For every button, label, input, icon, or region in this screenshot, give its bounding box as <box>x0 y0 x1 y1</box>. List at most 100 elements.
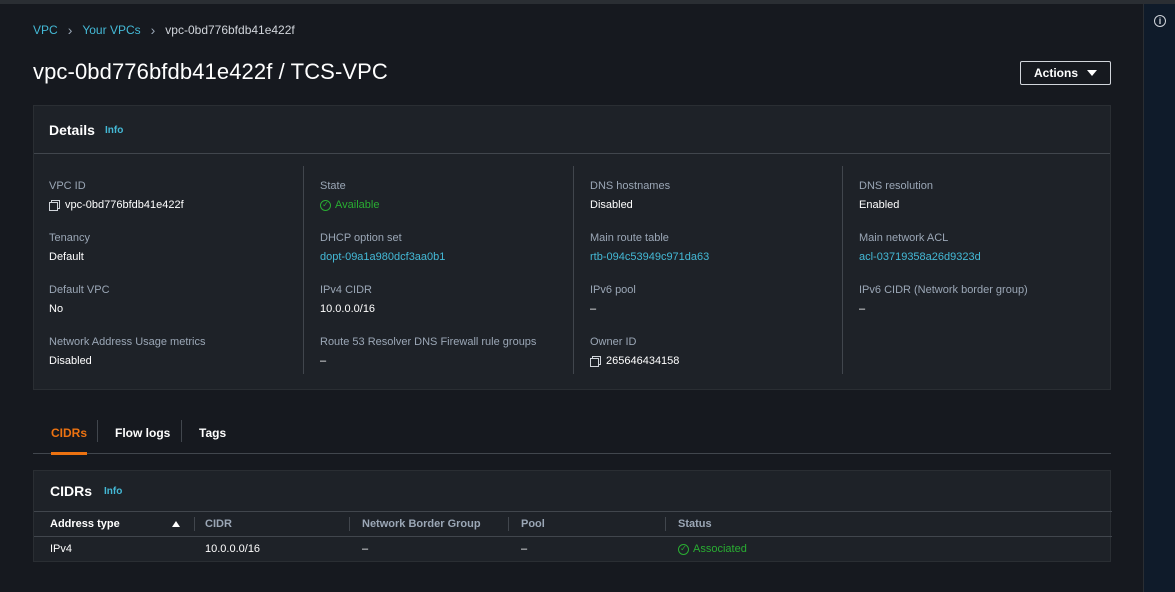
field-label: Network Address Usage metrics <box>49 336 206 348</box>
info-icon[interactable]: i <box>1154 15 1166 27</box>
tab-divider <box>181 420 182 442</box>
details-panel: Details Info VPC ID vpc-0bd776bfdb41e422… <box>33 105 1111 390</box>
breadcrumb-your-vpcs[interactable]: Your VPCs <box>82 23 140 37</box>
breadcrumb-vpc[interactable]: VPC <box>33 23 58 37</box>
tab-bar: CIDRs Flow logs Tags <box>33 412 1111 455</box>
column-divider <box>573 166 574 374</box>
status-value: Associated <box>693 543 747 555</box>
field-label: IPv4 CIDR <box>320 284 372 296</box>
cell-pool: – <box>521 543 528 555</box>
details-title: Details <box>49 122 95 138</box>
field-label: DNS resolution <box>859 180 933 192</box>
cell-cidr: 10.0.0.0/16 <box>205 543 261 555</box>
details-column-2: State ✓ Available DHCP option set dopt-0… <box>320 166 575 374</box>
column-header-cidr: CIDR <box>205 518 232 530</box>
field-nau-metrics: Network Address Usage metrics Disabled <box>49 336 206 367</box>
field-ipv4-cidr: IPv4 CIDR 10.0.0.0/16 <box>320 284 375 315</box>
column-divider <box>303 166 304 374</box>
column-divider <box>508 517 509 531</box>
field-label: Default VPC <box>49 284 110 296</box>
column-header-address-type[interactable]: Address type <box>50 518 120 530</box>
field-value: Disabled <box>49 355 92 367</box>
field-label: IPv6 pool <box>590 284 636 296</box>
field-default-vpc: Default VPC No <box>49 284 110 315</box>
chevron-right-icon: › <box>150 22 156 38</box>
field-main-network-acl: Main network ACL acl-03719358a26d9323d <box>859 232 981 263</box>
field-owner-id: Owner ID 265646434158 <box>590 336 679 367</box>
field-state: State ✓ Available <box>320 180 379 211</box>
main-route-table-link[interactable]: rtb-094c53949c971da63 <box>590 251 709 263</box>
column-header-network-border-group: Network Border Group <box>362 518 481 530</box>
cidrs-info-link[interactable]: Info <box>104 486 122 497</box>
vpc-id-value: vpc-0bd776bfdb41e422f <box>65 199 184 211</box>
field-label: IPv6 CIDR (Network border group) <box>859 284 1028 296</box>
field-tenancy: Tenancy Default <box>49 232 90 263</box>
breadcrumb-current: vpc-0bd776bfdb41e422f <box>165 23 295 37</box>
sort-ascending-icon[interactable] <box>172 521 180 527</box>
details-column-4: DNS resolution Enabled Main network ACL … <box>859 166 1099 374</box>
cell-network-border-group: – <box>362 543 369 555</box>
field-dhcp-option-set: DHCP option set dopt-09a1a980dcf3aa0b1 <box>320 232 445 263</box>
table-header: Address type CIDR Network Border Group P… <box>34 511 1112 537</box>
cell-address-type: IPv4 <box>50 543 73 555</box>
field-label: Route 53 Resolver DNS Firewall rule grou… <box>320 336 537 348</box>
field-main-route-table: Main route table rtb-094c53949c971da63 <box>590 232 709 263</box>
field-value: vpc-0bd776bfdb41e422f <box>49 199 184 211</box>
cidrs-title: CIDRs <box>50 483 93 499</box>
tab-flow-logs[interactable]: Flow logs <box>115 412 170 454</box>
details-header: Details Info <box>34 106 1110 154</box>
dhcp-option-set-link[interactable]: dopt-09a1a980dcf3aa0b1 <box>320 251 445 263</box>
cidrs-table: Address type CIDR Network Border Group P… <box>34 511 1112 562</box>
owner-id-value: 265646434158 <box>606 355 680 367</box>
caret-down-icon <box>1087 70 1097 76</box>
cidrs-panel: CIDRs Info Address type CIDR Network Bor… <box>33 470 1112 562</box>
field-value: – <box>590 303 597 315</box>
column-divider <box>194 517 195 531</box>
field-value: 265646434158 <box>590 355 679 367</box>
breadcrumb: VPC › Your VPCs › vpc-0bd776bfdb41e422f <box>33 23 295 37</box>
details-info-link[interactable]: Info <box>105 125 123 136</box>
field-route53-firewall: Route 53 Resolver DNS Firewall rule grou… <box>320 336 536 367</box>
field-vpc-id: VPC ID vpc-0bd776bfdb41e422f <box>49 180 184 211</box>
check-circle-icon: ✓ <box>320 199 331 211</box>
table-row[interactable]: IPv4 10.0.0.0/16 – – ✓ Associated <box>34 537 1112 562</box>
copy-icon[interactable] <box>590 356 601 367</box>
tab-tags[interactable]: Tags <box>199 412 226 454</box>
column-divider <box>349 517 350 531</box>
state-value: Available <box>335 199 380 211</box>
field-value: 10.0.0.0/16 <box>320 303 376 315</box>
field-label: DHCP option set <box>320 232 402 244</box>
main-network-acl-link[interactable]: acl-03719358a26d9323d <box>859 251 981 263</box>
cidrs-header: CIDRs Info <box>34 471 1110 511</box>
page-title: vpc-0bd776bfdb41e422f / TCS-VPC <box>33 59 388 84</box>
field-value: – <box>859 303 866 315</box>
field-label: State <box>320 180 346 192</box>
cell-status: ✓ Associated <box>678 543 747 555</box>
tab-divider <box>97 420 98 442</box>
field-dns-resolution: DNS resolution Enabled <box>859 180 933 211</box>
field-ipv6-pool: IPv6 pool – <box>590 284 636 315</box>
field-value: – <box>320 355 327 367</box>
tab-cidrs[interactable]: CIDRs <box>51 412 88 455</box>
field-value: ✓ Available <box>320 199 379 211</box>
details-grid: VPC ID vpc-0bd776bfdb41e422f Tenancy Def… <box>34 154 1112 390</box>
field-label: Owner ID <box>590 336 637 348</box>
field-label: Main network ACL <box>859 232 949 244</box>
column-header-status: Status <box>678 518 712 530</box>
field-label: Tenancy <box>49 232 90 244</box>
copy-icon[interactable] <box>49 200 60 211</box>
details-column-3: DNS hostnames Disabled Main route table … <box>590 166 845 374</box>
column-divider <box>842 166 843 374</box>
field-label: DNS hostnames <box>590 180 671 192</box>
field-value: Default <box>49 251 84 263</box>
details-column-1: VPC ID vpc-0bd776bfdb41e422f Tenancy Def… <box>49 166 304 374</box>
field-dns-hostnames: DNS hostnames Disabled <box>590 180 670 211</box>
actions-button[interactable]: Actions <box>1020 61 1111 85</box>
check-circle-icon: ✓ <box>678 543 689 555</box>
column-header-pool: Pool <box>521 518 545 530</box>
help-panel-rail: i <box>1143 4 1175 592</box>
actions-label: Actions <box>1033 66 1078 80</box>
field-label: VPC ID <box>49 180 86 192</box>
field-label: Main route table <box>590 232 669 244</box>
field-value: Disabled <box>590 199 633 211</box>
